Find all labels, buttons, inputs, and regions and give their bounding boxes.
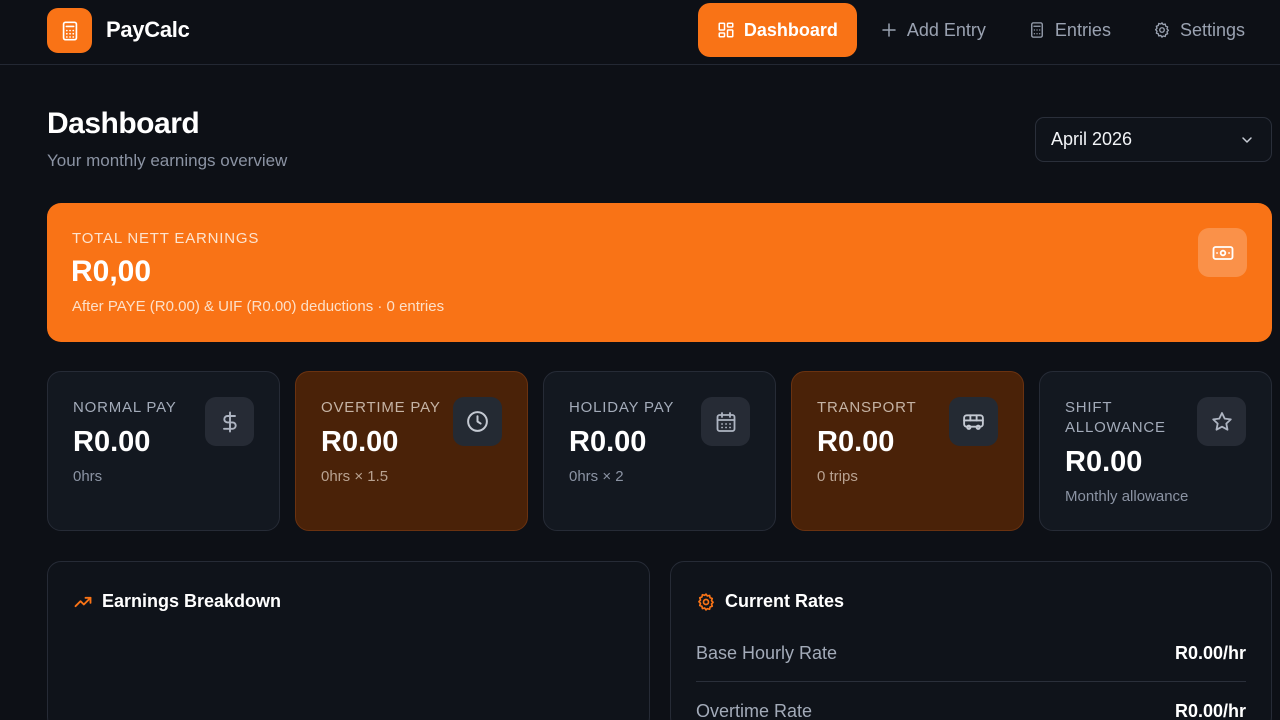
stat-icon-wrap <box>453 397 502 446</box>
total-earnings-note: After PAYE (R0.00) & UIF (R0.00) deducti… <box>72 298 445 315</box>
stat-sub: 0hrs × 2 <box>569 468 624 485</box>
star-icon <box>1211 411 1232 431</box>
nav-entries-label: Entries <box>1054 19 1111 40</box>
total-earnings-label: TOTAL NETT EARNINGS <box>72 230 260 247</box>
rate-value: R0.00/hr <box>1174 642 1246 663</box>
month-select[interactable]: April 2026 <box>1035 117 1272 162</box>
nav-entries[interactable]: Entries <box>1009 3 1130 57</box>
stat-card-holiday-pay: HOLIDAY PAY R0.00 0hrs × 2 <box>543 371 776 531</box>
earnings-breakdown-title: Earnings Breakdown <box>102 591 282 611</box>
month-select-value: April 2026 <box>1051 129 1133 149</box>
stat-card-transport: TRANSPORT R0.00 0 trips <box>791 371 1024 531</box>
current-rates-panel: Current Rates Base Hourly Rate R0.00/hr … <box>670 561 1272 720</box>
stat-value: R0.00 <box>321 426 399 458</box>
calculator-icon <box>62 20 77 41</box>
banknote-icon-wrap <box>1198 228 1247 277</box>
dollar-icon <box>222 411 237 432</box>
stat-value: R0.00 <box>817 426 895 458</box>
stat-icon-wrap <box>701 397 750 446</box>
stat-card-overtime-pay: OVERTIME PAY R0.00 0hrs × 1.5 <box>295 371 528 531</box>
main-nav: Dashboard Add Entry Entries Settings <box>694 3 1264 57</box>
stat-icon-wrap <box>1197 397 1246 446</box>
total-earnings-card: TOTAL NETT EARNINGS R0,00 After PAYE (R0… <box>47 203 1272 342</box>
stat-sub: Monthly allowance <box>1065 488 1189 505</box>
current-rates-title-row: Current Rates <box>696 591 844 612</box>
rate-row: Overtime Rate R0.00/hr <box>696 683 1246 720</box>
stat-sub: 0 trips <box>817 468 858 485</box>
top-nav-bar: PayCalc Dashboard Add Entry Entries Sett… <box>0 0 1280 65</box>
app-logo[interactable] <box>47 8 92 53</box>
app-name[interactable]: PayCalc <box>106 17 190 43</box>
current-rates-title: Current Rates <box>725 591 845 611</box>
stat-value: R0.00 <box>569 426 647 458</box>
page-subtitle: Your monthly earnings overview <box>47 151 288 170</box>
plus-icon <box>882 23 896 37</box>
stat-card-normal-pay: NORMAL PAY R0.00 0hrs <box>47 371 280 531</box>
chevron-down-icon <box>1242 136 1252 143</box>
stat-label: OVERTIME PAY <box>321 399 441 416</box>
stat-sub: 0hrs <box>73 468 103 485</box>
nav-dashboard-label: Dashboard <box>743 19 838 40</box>
nav-add-entry-label: Add Entry <box>906 19 986 40</box>
nav-add-entry[interactable]: Add Entry <box>861 3 1005 57</box>
stat-label: HOLIDAY PAY <box>569 399 675 416</box>
banknote-icon <box>1212 245 1233 260</box>
stat-card-shift-allowance: SHIFT ALLOWANCE R0.00 Monthly allowance <box>1039 371 1272 531</box>
stat-label: NORMAL PAY <box>73 399 177 416</box>
stat-label: SHIFT ALLOWANCE <box>1065 399 1166 436</box>
rate-row: Base Hourly Rate R0.00/hr <box>696 625 1246 682</box>
stat-icon-wrap <box>205 397 254 446</box>
clock-icon <box>467 411 488 432</box>
total-earnings-amount: R0,00 <box>71 255 152 288</box>
stat-icon-wrap <box>949 397 998 446</box>
bus-icon <box>963 414 984 430</box>
stat-sub: 0hrs × 1.5 <box>321 468 389 485</box>
trending-up-icon <box>74 596 92 607</box>
calculator-icon <box>1030 22 1043 38</box>
page-title: Dashboard <box>47 107 200 140</box>
gear-icon <box>698 592 714 611</box>
calendar-icon <box>716 411 735 432</box>
rate-name: Overtime Rate <box>696 700 813 720</box>
rate-name: Base Hourly Rate <box>696 642 838 663</box>
stat-value: R0.00 <box>1065 446 1143 478</box>
nav-dashboard[interactable]: Dashboard <box>697 3 857 57</box>
earnings-breakdown-panel: Earnings Breakdown <box>47 561 650 720</box>
earnings-breakdown-title-row: Earnings Breakdown <box>73 591 281 612</box>
nav-settings-label: Settings <box>1179 19 1245 40</box>
dashboard-icon <box>718 22 734 38</box>
nav-settings[interactable]: Settings <box>1134 3 1264 57</box>
stat-value: R0.00 <box>73 426 151 458</box>
stat-label: TRANSPORT <box>817 399 917 416</box>
rate-value: R0.00/hr <box>1174 700 1246 720</box>
gear-icon <box>1154 22 1170 38</box>
